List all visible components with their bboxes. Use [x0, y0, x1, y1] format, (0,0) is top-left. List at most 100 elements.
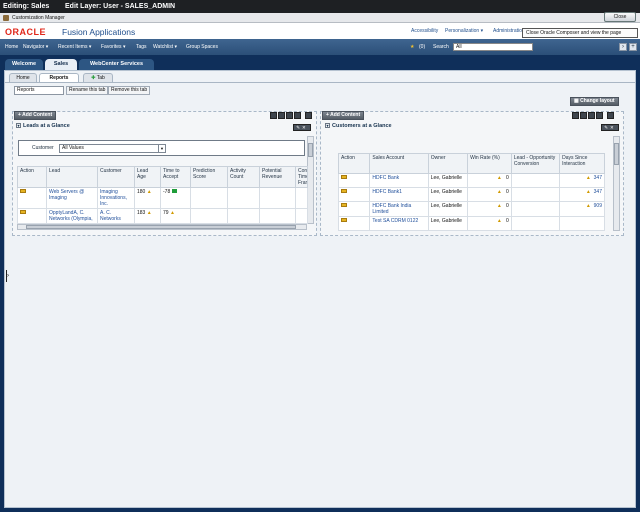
column-layout-icon[interactable]: [294, 112, 301, 119]
customer-link[interactable]: A. C. Networks: [97, 208, 135, 224]
col-activity-count[interactable]: Activity Count: [227, 166, 260, 188]
collapse-icon[interactable]: ▾: [325, 123, 330, 129]
advanced-search-icon[interactable]: +: [629, 43, 637, 51]
watchlist-star-icon[interactable]: ★: [410, 39, 414, 55]
lead-age: 183: [137, 210, 146, 216]
tab-name-field[interactable]: Reports: [14, 86, 64, 95]
search-label: Search: [433, 44, 449, 50]
tab-webcenter-services[interactable]: WebCenter Services: [79, 59, 154, 70]
col-prediction-score[interactable]: Prediction Score: [190, 166, 228, 188]
add-tab-icon: ✚: [91, 75, 96, 81]
nav-favorites[interactable]: Favorites ▾: [101, 39, 125, 55]
scroll-thumb[interactable]: [26, 225, 296, 229]
action-icon[interactable]: [20, 189, 26, 193]
column-settings-icon[interactable]: [607, 112, 614, 119]
win-rate: 0: [506, 218, 509, 224]
table-row[interactable]: HDFC Bank1 Lee, Gabrielle ▲ 0 ▲ 347: [337, 187, 605, 202]
remove-tab-button[interactable]: Remove this tab: [108, 86, 151, 95]
customer-link[interactable]: Imaging Innovations, Inc.: [97, 187, 135, 209]
scroll-thumb[interactable]: [614, 143, 619, 165]
column-settings-icon[interactable]: [305, 112, 312, 119]
col-win-rate[interactable]: Win Rate (%): [467, 153, 512, 174]
col-potential-revenue[interactable]: Potential Revenue: [259, 166, 296, 188]
nav-navigator[interactable]: Navigator ▾: [23, 39, 48, 55]
column-layout-icon[interactable]: [596, 112, 603, 119]
leads-vertical-scrollbar[interactable]: [307, 136, 314, 224]
column-layout-icon[interactable]: [580, 112, 587, 119]
main-tab-strip: Welcome Sales WebCenter Services: [0, 55, 640, 70]
days-since-interaction[interactable]: 347: [594, 175, 602, 181]
leads-horizontal-scrollbar[interactable]: [17, 224, 307, 230]
sales-account-link[interactable]: HDFC Bank India Limited: [369, 201, 429, 217]
add-content-right-button[interactable]: + Add Content: [322, 111, 365, 120]
tab-sales[interactable]: Sales: [45, 59, 77, 70]
close-composer-button[interactable]: Close: [604, 12, 636, 22]
col-customer[interactable]: Customer: [97, 166, 135, 188]
days-since-interaction[interactable]: 347: [594, 189, 602, 195]
col-lead-age[interactable]: Lead Age: [134, 166, 161, 188]
col-action[interactable]: Action: [337, 153, 371, 174]
action-icon[interactable]: [341, 218, 347, 222]
side-panel-handle-icon[interactable]: ›: [6, 270, 9, 282]
col-action[interactable]: Action: [17, 166, 47, 188]
sales-account-link[interactable]: Test SA CDRM 0122: [369, 216, 429, 231]
col-sales-account[interactable]: Sales Account: [369, 153, 429, 174]
tab-welcome[interactable]: Welcome: [5, 59, 43, 70]
action-icon[interactable]: [341, 203, 347, 207]
table-row[interactable]: Test SA CDRM 0122 Lee, Gabrielle ▲ 0: [337, 216, 605, 231]
change-layout-button[interactable]: ▦ Change layout: [570, 97, 619, 106]
col-days-since-interaction[interactable]: Days Since Interaction: [559, 153, 605, 174]
column-layout-icon[interactable]: [278, 112, 285, 119]
collapse-icon[interactable]: ▾: [16, 123, 21, 129]
customers-edit-close-icons[interactable]: ✎✕: [601, 124, 619, 131]
accessibility-link[interactable]: Accessibility: [411, 28, 438, 34]
oracle-logo: ORACLE: [5, 27, 46, 37]
lead-link[interactable]: OpptyLandA, C. Networks (Olympia,: [46, 208, 98, 224]
action-icon[interactable]: [341, 175, 347, 179]
nav-recent-items[interactable]: Recent Items ▾: [58, 39, 91, 55]
action-icon[interactable]: [20, 210, 26, 214]
administration-link[interactable]: Administration: [493, 28, 525, 34]
rename-tab-button[interactable]: Rename this tab: [66, 86, 109, 95]
close-tooltip: Close Oracle Composer and view the page: [522, 28, 638, 38]
col-lead[interactable]: Lead: [46, 166, 98, 188]
sales-account-link[interactable]: HDFC Bank: [369, 173, 429, 188]
column-layout-icon[interactable]: [270, 112, 277, 119]
product-name: Fusion Applications: [62, 27, 136, 37]
nav-group-spaces[interactable]: Group Spaces: [186, 39, 218, 55]
nav-watchlist[interactable]: Watchlist ▾: [153, 39, 177, 55]
col-time-to-accept[interactable]: Time to Accept: [160, 166, 191, 188]
table-row[interactable]: HDFC Bank India Limited Lee, Gabrielle ▲…: [337, 201, 605, 217]
change-layout-label: Change layout: [580, 98, 615, 104]
search-go-icon[interactable]: ›: [619, 43, 627, 51]
leads-edit-close-icons[interactable]: ✎✕: [293, 124, 311, 131]
window-title-bar: Editing: Sales Edit Layer: User - SALES_…: [0, 0, 640, 13]
window-title: Editing: Sales: [3, 3, 50, 10]
personalization-menu[interactable]: Personalization ▾: [445, 28, 483, 34]
action-icon[interactable]: [341, 189, 347, 193]
col-lead-opportunity-conversion[interactable]: Lead - Opportunity Conversion: [510, 153, 561, 174]
customers-vertical-scrollbar[interactable]: [613, 136, 620, 231]
customer-filter-select[interactable]: All Values ▼: [59, 144, 166, 153]
customization-manager-label[interactable]: Customization Manager: [12, 13, 65, 23]
add-content-left-button[interactable]: + Add Content: [14, 111, 57, 120]
watchlist-count: (0): [419, 44, 426, 50]
table-row[interactable]: HDFC Bank Lee, Gabrielle ▲ 0 ▲ 347: [337, 173, 605, 188]
column-layout-icon[interactable]: [286, 112, 293, 119]
col-contact-time-frame[interactable]: Con Time Fram: [295, 166, 308, 188]
column-layout-icon[interactable]: [572, 112, 579, 119]
table-row[interactable]: Web Servers @ Imaging Imaging Innovation…: [17, 187, 308, 209]
nav-tags[interactable]: Tags: [136, 39, 147, 55]
col-owner[interactable]: Owner: [427, 153, 469, 174]
customization-manager-bar: Customization Manager: [0, 13, 640, 23]
table-row[interactable]: OpptyLandA, C. Networks (Olympia, A. C. …: [17, 208, 308, 224]
scroll-thumb[interactable]: [308, 143, 313, 157]
column-layout-icon[interactable]: [588, 112, 595, 119]
lead-link[interactable]: Web Servers @ Imaging: [46, 187, 98, 209]
green-flag-icon: [171, 189, 177, 193]
owner: Lee, Gabrielle: [427, 201, 469, 217]
search-scope-select[interactable]: All: [453, 43, 533, 51]
nav-home[interactable]: Home: [5, 39, 18, 55]
sales-account-link[interactable]: HDFC Bank1: [369, 187, 429, 202]
days-since-interaction[interactable]: 909: [594, 203, 602, 209]
